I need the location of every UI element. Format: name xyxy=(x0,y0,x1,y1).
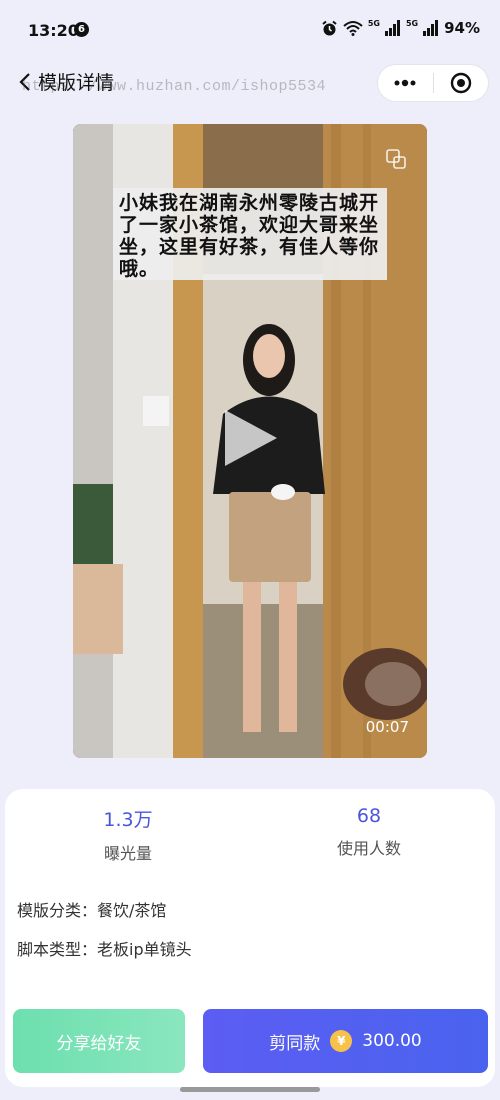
signal-label-2: 5G xyxy=(405,18,419,28)
script-type: 脚本类型：老板ip单镜头 xyxy=(17,940,192,959)
fullscreen-icon[interactable] xyxy=(385,148,407,170)
signal-icon xyxy=(423,20,439,36)
exposure-label: 曝光量 xyxy=(103,844,152,863)
nav-bar: 模版详情 https://www.huzhan.com/ishop5534 xyxy=(0,58,500,106)
battery-level: 94% xyxy=(444,19,480,37)
clone-label: 剪同款 xyxy=(269,1033,321,1054)
more-button[interactable] xyxy=(378,64,433,102)
users-stat: 68 使用人数 xyxy=(269,805,469,859)
status-icons: 5G 5G 94% xyxy=(321,19,480,37)
target-close-icon xyxy=(450,72,471,94)
caption-text: 小妹我在湖南永州零陵古城开了一家小茶馆，欢迎大哥来坐坐，这里有好茶，有佳人等你哦… xyxy=(119,192,380,280)
users-value: 68 xyxy=(356,805,382,827)
notification-badge: 6 xyxy=(74,22,89,37)
wifi-icon xyxy=(343,21,363,36)
template-category: 模版分类：餐饮/茶馆 xyxy=(17,901,167,920)
price-value: 300.00 xyxy=(362,1031,422,1051)
home-indicator[interactable] xyxy=(180,1087,320,1092)
video-caption: 小妹我在湖南永州零陵古城开了一家小茶馆，欢迎大哥来坐坐，这里有好茶，有佳人等你哦… xyxy=(113,188,387,280)
signal-icon xyxy=(384,20,400,36)
status-time: 13:20 xyxy=(28,21,79,40)
coin-icon: ¥ xyxy=(330,1030,353,1052)
status-bar: 13:20 6 5G 5G 94% xyxy=(0,0,500,58)
close-button[interactable] xyxy=(433,64,488,102)
alarm-icon xyxy=(322,20,337,35)
mini-program-capsule xyxy=(377,64,489,102)
clone-template-button[interactable]: 剪同款 ¥ 300.00 xyxy=(203,1009,488,1073)
users-label: 使用人数 xyxy=(336,839,401,858)
signal-label-1: 5G xyxy=(367,18,380,28)
exposure-value: 1.3万 xyxy=(103,809,153,831)
share-button[interactable]: 分享给好友 xyxy=(13,1009,185,1073)
video-player[interactable]: 小妹我在湖南永州零陵古城开了一家小茶馆，欢迎大哥来坐坐，这里有好茶，有佳人等你哦… xyxy=(73,124,427,758)
more-dots-icon xyxy=(394,79,416,87)
exposure-stat: 1.3万 曝光量 xyxy=(28,805,228,864)
play-icon[interactable] xyxy=(221,406,281,470)
video-duration: 00:07 xyxy=(365,718,409,736)
template-info-card: 1.3万 曝光量 68 使用人数 模版分类：餐饮/茶馆 脚本类型：老板ip单镜头… xyxy=(5,789,495,1087)
watermark-text: https://www.huzhan.com/ishop5534 xyxy=(22,78,327,95)
